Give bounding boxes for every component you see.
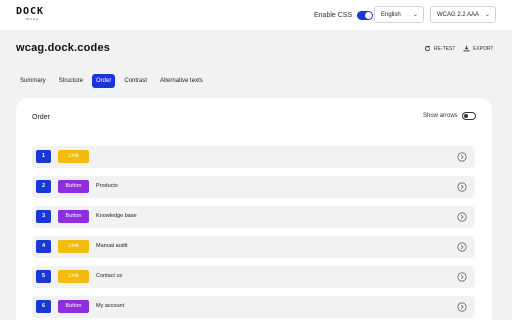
element-type-badge: Link xyxy=(58,150,89,163)
order-number: 6 xyxy=(36,300,51,313)
language-value: English xyxy=(381,11,401,18)
element-label: Knowledge base xyxy=(96,213,137,219)
chevron-right-circle-icon[interactable] xyxy=(457,182,467,192)
enable-css-label: Enable CSS xyxy=(314,11,353,19)
element-type-badge: Link xyxy=(58,240,89,253)
top-bar: DOCK WCAG Enable CSS English ⌄ WCAG 2.2 … xyxy=(0,0,512,30)
tab-summary[interactable]: Summary xyxy=(16,74,50,88)
tab-structure[interactable]: Structure xyxy=(55,74,87,88)
order-row[interactable]: 5 Link Contact us xyxy=(32,266,475,288)
element-type-badge: Button xyxy=(58,210,89,223)
export-label: EXPORT xyxy=(473,45,494,52)
order-row[interactable]: 2 Button Products xyxy=(32,176,475,198)
toggle-knob xyxy=(365,11,373,19)
retest-icon xyxy=(424,45,431,52)
element-type-badge: Button xyxy=(58,300,89,313)
retest-label: RE-TEST xyxy=(434,45,456,52)
language-select[interactable]: English ⌄ xyxy=(374,6,424,23)
panel-title: Order xyxy=(32,114,50,121)
logo-wordmark: DOCK xyxy=(16,6,45,17)
chevron-right-circle-icon[interactable] xyxy=(457,152,467,162)
order-row[interactable]: 6 Button My account xyxy=(32,296,475,318)
chevron-right-circle-icon[interactable] xyxy=(457,272,467,282)
chevron-right-circle-icon[interactable] xyxy=(457,242,467,252)
element-label: Products xyxy=(96,183,118,189)
order-panel: Order Show arrows 1 Link 2 Button Produc… xyxy=(16,98,492,320)
export-button[interactable]: EXPORT xyxy=(463,45,493,52)
tab-contrast[interactable]: Contrast xyxy=(120,74,151,88)
element-label: Manual audit xyxy=(96,243,128,249)
retest-button[interactable]: RE-TEST xyxy=(424,45,455,52)
tab-alternative-texts[interactable]: Alternative texts xyxy=(156,74,207,88)
tab-bar: Summary Structure Order Contrast Alterna… xyxy=(16,74,212,88)
enable-css-control: Enable CSS xyxy=(314,8,374,22)
order-row[interactable]: 3 Button Knowledge base xyxy=(32,206,475,228)
element-label: Contact us xyxy=(96,273,123,279)
enable-css-toggle[interactable] xyxy=(357,10,374,20)
element-label: My account xyxy=(96,303,125,309)
order-row[interactable]: 1 Link xyxy=(32,146,475,168)
element-type-badge: Link xyxy=(58,270,89,283)
order-number: 1 xyxy=(36,150,51,163)
order-number: 5 xyxy=(36,270,51,283)
wcag-level-select[interactable]: WCAG 2.2 AAA ⌄ xyxy=(430,6,496,23)
download-icon xyxy=(463,45,470,52)
logo-subtitle: WCAG xyxy=(26,17,40,21)
order-number: 2 xyxy=(36,180,51,193)
show-arrows-label: Show arrows xyxy=(423,113,458,119)
show-arrows-toggle[interactable] xyxy=(461,112,476,120)
order-number: 3 xyxy=(36,210,51,223)
logo[interactable]: DOCK WCAG xyxy=(16,6,58,24)
chevron-right-circle-icon[interactable] xyxy=(457,212,467,222)
chevron-right-circle-icon[interactable] xyxy=(457,302,467,312)
order-number: 4 xyxy=(36,240,51,253)
toggle-knob xyxy=(463,114,468,118)
page-title: wcag.dock.codes xyxy=(16,42,111,54)
tab-order[interactable]: Order xyxy=(92,74,116,88)
chevron-down-icon: ⌄ xyxy=(412,12,418,18)
order-row[interactable]: 4 Link Manual audit xyxy=(32,236,475,258)
wcag-level-value: WCAG 2.2 AAA xyxy=(437,11,480,18)
chevron-down-icon: ⌄ xyxy=(484,12,490,18)
show-arrows-control: Show arrows xyxy=(423,112,476,120)
element-type-badge: Button xyxy=(58,180,89,193)
